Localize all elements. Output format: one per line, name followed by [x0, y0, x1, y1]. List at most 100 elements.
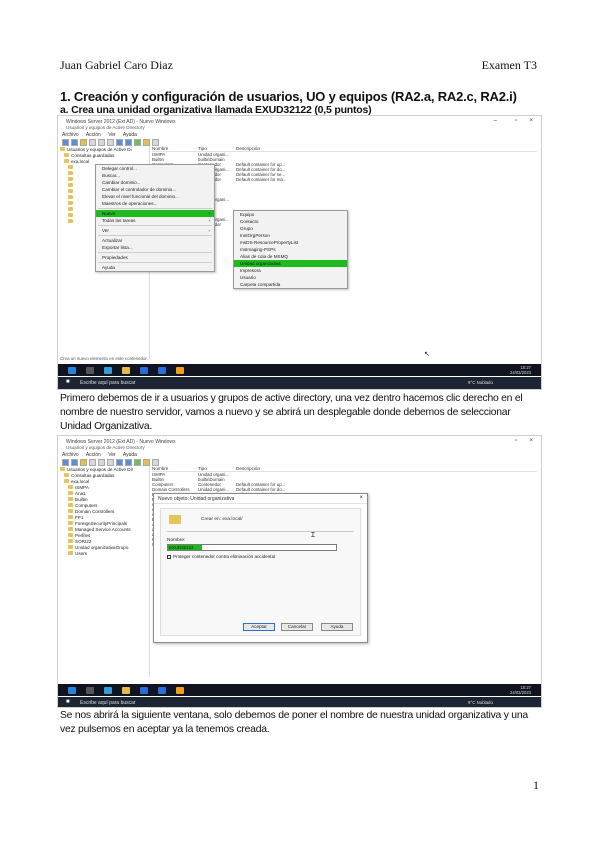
folder-icon[interactable]: [80, 459, 87, 466]
view-icon[interactable]: [89, 139, 96, 146]
help-icon[interactable]: [116, 459, 123, 466]
users-icon[interactable]: [125, 139, 132, 146]
menu-item[interactable]: Todas las tareas ›: [96, 217, 214, 224]
explorer-icon[interactable]: [122, 686, 130, 694]
name-input[interactable]: EXUD32122: [167, 544, 337, 551]
protect-checkbox[interactable]: Proteger contenedor contra eliminación a…: [167, 554, 275, 559]
copy-icon[interactable]: [98, 459, 105, 466]
menu-accion[interactable]: Acción: [86, 452, 101, 458]
menu-item-nuevo[interactable]: Nuevo ›: [96, 210, 214, 217]
windows-start-icon[interactable]: [68, 686, 76, 694]
menu-item[interactable]: Maestros de operaciones...: [96, 200, 214, 207]
windows-logo-icon[interactable]: ■: [66, 699, 70, 705]
ad-users-icon[interactable]: [158, 686, 166, 694]
windows-start-icon[interactable]: [68, 366, 76, 374]
submenu-item[interactable]: msImaging-PSPs: [234, 246, 347, 253]
submenu-item[interactable]: Carpeta compartida: [234, 281, 347, 288]
ou-icon[interactable]: [152, 139, 159, 146]
windows-logo-icon[interactable]: ■: [66, 379, 70, 385]
submenu-item[interactable]: Usuario: [234, 274, 347, 281]
submenu-item[interactable]: InetOrgPerson: [234, 232, 347, 239]
minimize-icon[interactable]: –: [494, 118, 497, 124]
folder-icon: [68, 509, 73, 513]
menu-item[interactable]: Elevar el nivel funcional del dominio...: [96, 193, 214, 200]
server-manager-icon[interactable]: [140, 686, 148, 694]
folder-icon: [68, 189, 73, 193]
submenu-item[interactable]: msDS-ResourcePropertyList: [234, 239, 347, 246]
column-type[interactable]: Tipo: [198, 466, 232, 471]
close-icon[interactable]: ×: [529, 438, 533, 444]
folder-icon: [68, 521, 73, 525]
search-icon[interactable]: [86, 366, 94, 374]
tree-item-label: ForeignSecurityPrincipals: [75, 520, 128, 526]
accept-button[interactable]: Aceptar: [243, 623, 275, 631]
help-icon[interactable]: [116, 139, 123, 146]
users-icon[interactable]: [125, 459, 132, 466]
maximize-icon[interactable]: ▫: [515, 118, 517, 124]
group-icon[interactable]: [134, 459, 141, 466]
menu-item[interactable]: Ayuda: [96, 264, 214, 271]
submenu-item-unidad-organizativa[interactable]: Unidad organizativa: [234, 260, 347, 267]
search-input[interactable]: Escribe aquí para buscar: [80, 380, 136, 386]
menu-item[interactable]: Cambiar el controlador de dominio...: [96, 186, 214, 193]
edge-icon[interactable]: [104, 686, 112, 694]
menu-item[interactable]: Buscar...: [96, 172, 214, 179]
cancel-button[interactable]: Cancelar: [281, 623, 313, 631]
back-icon[interactable]: [62, 139, 69, 146]
submenu-item[interactable]: Equipo: [234, 211, 347, 218]
submenu-item[interactable]: Alias de cola de MSMQ: [234, 253, 347, 260]
submenu-item[interactable]: Contacto: [234, 218, 347, 225]
copy-icon[interactable]: [98, 139, 105, 146]
submenu-item[interactable]: Impresora: [234, 267, 347, 274]
server-manager-icon[interactable]: [140, 366, 148, 374]
refresh-icon[interactable]: [107, 459, 114, 466]
column-type[interactable]: Tipo: [198, 146, 232, 151]
menu-item[interactable]: Ver ›: [96, 227, 214, 234]
terminal-icon[interactable]: [176, 686, 184, 694]
menu-item[interactable]: Delegar control...: [96, 165, 214, 172]
menu-item[interactable]: Cambiar dominio...: [96, 179, 214, 186]
menu-archivo[interactable]: Archivo: [62, 452, 79, 458]
search-input[interactable]: Escribe aquí para buscar: [80, 700, 136, 706]
tree-item[interactable]: Users: [60, 550, 149, 556]
column-name[interactable]: Nombre: [152, 146, 194, 151]
menu-ayuda[interactable]: Ayuda: [123, 452, 137, 458]
menu-archivo[interactable]: Archivo: [62, 132, 79, 138]
menu-item[interactable]: Propiedades: [96, 254, 214, 261]
column-name[interactable]: Nombre: [152, 466, 194, 471]
ad-users-icon[interactable]: [158, 366, 166, 374]
refresh-icon[interactable]: [107, 139, 114, 146]
explorer-icon[interactable]: [122, 366, 130, 374]
column-description[interactable]: Descripción: [236, 146, 316, 151]
close-icon[interactable]: ×: [359, 495, 363, 501]
forward-icon[interactable]: [71, 459, 78, 466]
search-icon[interactable]: [86, 686, 94, 694]
filter-icon[interactable]: [143, 139, 150, 146]
menu-accion[interactable]: Acción: [86, 132, 101, 138]
filter-icon[interactable]: [143, 459, 150, 466]
submenu-item[interactable]: Grupo: [234, 225, 347, 232]
tree-item-label: Ana1: [75, 490, 86, 496]
menu-item[interactable]: Actualizar: [96, 237, 214, 244]
checkbox-icon[interactable]: [167, 554, 171, 559]
menu-ver[interactable]: Ver: [108, 132, 116, 138]
menu-item[interactable]: Exportar lista...: [96, 244, 214, 251]
group-icon[interactable]: [134, 139, 141, 146]
help-button[interactable]: Ayuda: [321, 623, 353, 631]
back-icon[interactable]: [62, 459, 69, 466]
forward-icon[interactable]: [71, 139, 78, 146]
column-description[interactable]: Descripción: [236, 466, 316, 471]
close-icon[interactable]: ×: [529, 118, 533, 124]
exam-title: Examen T3: [481, 58, 537, 72]
menu-ayuda[interactable]: Ayuda: [123, 132, 137, 138]
terminal-icon[interactable]: [176, 366, 184, 374]
folder-icon: [64, 159, 69, 163]
menu-ver[interactable]: Ver: [108, 452, 116, 458]
ou-icon[interactable]: [152, 459, 159, 466]
folder-icon[interactable]: [80, 139, 87, 146]
maximize-icon[interactable]: ▫: [515, 438, 517, 444]
view-icon[interactable]: [89, 459, 96, 466]
folder-icon: [68, 177, 73, 181]
edge-icon[interactable]: [104, 366, 112, 374]
author-name: Juan Gabriel Caro Diaz: [60, 58, 173, 72]
